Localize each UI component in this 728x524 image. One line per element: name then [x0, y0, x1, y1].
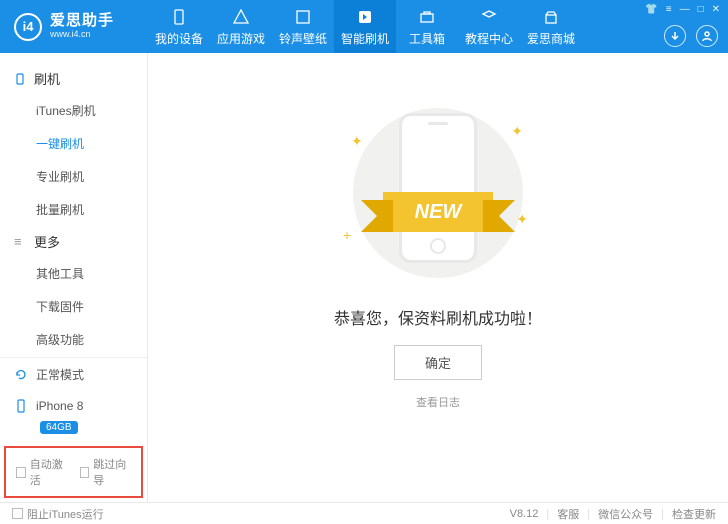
check-label: 自动激活 [30, 456, 68, 488]
check-label: 阻止iTunes运行 [27, 506, 104, 522]
more-icon: ≡ [14, 234, 28, 249]
phone-icon [14, 73, 28, 85]
check-skip-guide[interactable]: 跳过向导 [80, 456, 132, 488]
sidebar-item-oneclick-flash[interactable]: 一键刷机 [0, 127, 147, 160]
footer-service[interactable]: 客服 [557, 506, 579, 522]
footer: 阻止iTunes运行 V8.12 | 客服 | 微信公众号 | 检查更新 [0, 502, 728, 524]
sidebar: 刷机 iTunes刷机 一键刷机 专业刷机 批量刷机 ≡ 更多 其他工具 下载固… [0, 53, 148, 502]
nav-toolbox[interactable]: 工具箱 [396, 0, 458, 53]
logo-icon: i4 [14, 13, 42, 41]
sidebar-group-more: ≡ 更多 [0, 226, 147, 257]
logo-area: i4 爱思助手 www.i4.cn [0, 13, 148, 41]
check-auto-activate[interactable]: 自动激活 [16, 456, 68, 488]
nav-label: 教程中心 [465, 30, 513, 47]
mode-row[interactable]: 正常模式 [0, 358, 147, 391]
ok-button[interactable]: 确定 [394, 345, 482, 380]
app-header: i4 爱思助手 www.i4.cn 我的设备 应用游戏 铃声壁纸 智能刷机 工具… [0, 0, 728, 53]
sidebar-item-download-firmware[interactable]: 下载固件 [0, 290, 147, 323]
mode-label: 正常模式 [36, 366, 84, 383]
nav-my-device[interactable]: 我的设备 [148, 0, 210, 53]
check-block-itunes[interactable]: 阻止iTunes运行 [12, 506, 104, 522]
nav-flash[interactable]: 智能刷机 [334, 0, 396, 53]
storage-row: 64GB [0, 421, 147, 442]
flash-icon [355, 7, 375, 27]
skin-icon[interactable]: 👕 [645, 4, 657, 15]
nav-label: 工具箱 [409, 30, 445, 47]
check-label: 跳过向导 [93, 456, 131, 488]
tutorial-icon [479, 7, 499, 27]
footer-update[interactable]: 检查更新 [672, 506, 716, 522]
user-button[interactable] [696, 25, 718, 47]
sidebar-item-itunes-flash[interactable]: iTunes刷机 [0, 94, 147, 127]
new-ribbon: NEW [368, 188, 508, 236]
nav-ringtones[interactable]: 铃声壁纸 [272, 0, 334, 53]
brand-url: www.i4.cn [50, 30, 114, 40]
wallpaper-icon [293, 7, 313, 27]
brand-name: 爱思助手 [50, 13, 114, 30]
device-row[interactable]: iPhone 8 [0, 391, 147, 421]
nav-label: 智能刷机 [341, 30, 389, 47]
group-title: 刷机 [34, 69, 60, 88]
download-button[interactable] [664, 25, 686, 47]
top-nav: 我的设备 应用游戏 铃声壁纸 智能刷机 工具箱 教程中心 爱思商城 [148, 0, 582, 53]
sidebar-item-pro-flash[interactable]: 专业刷机 [0, 160, 147, 193]
toolbox-icon [417, 7, 437, 27]
window-controls: 👕 ≡ — □ ✕ [645, 4, 720, 15]
apps-icon [231, 7, 251, 27]
nav-apps[interactable]: 应用游戏 [210, 0, 272, 53]
nav-label: 铃声壁纸 [279, 30, 327, 47]
bottom-checks: 自动激活 跳过向导 [4, 446, 143, 498]
nav-tutorial[interactable]: 教程中心 [458, 0, 520, 53]
success-message: 恭喜您，保资料刷机成功啦！ [334, 305, 542, 329]
version-label: V8.12 [510, 508, 539, 520]
sidebar-item-advanced[interactable]: 高级功能 [0, 323, 147, 356]
refresh-icon [14, 368, 30, 382]
sidebar-item-other-tools[interactable]: 其他工具 [0, 257, 147, 290]
nav-store[interactable]: 爱思商城 [520, 0, 582, 53]
nav-label: 应用游戏 [217, 30, 265, 47]
storage-badge: 64GB [40, 421, 78, 434]
group-title: 更多 [34, 232, 60, 251]
header-right [664, 25, 718, 47]
store-icon [541, 7, 561, 27]
menu-icon[interactable]: ≡ [666, 4, 672, 15]
device-icon [169, 7, 189, 27]
minimize-icon[interactable]: — [680, 4, 690, 15]
nav-label: 爱思商城 [527, 30, 575, 47]
sidebar-group-flash: 刷机 [0, 63, 147, 94]
footer-wechat[interactable]: 微信公众号 [598, 506, 653, 522]
main-content: ✦ ✦ + ✦ NEW 恭喜您，保资料刷机成功啦！ 确定 查看日志 [148, 53, 728, 502]
sidebar-item-batch-flash[interactable]: 批量刷机 [0, 193, 147, 226]
close-icon[interactable]: ✕ [712, 4, 720, 15]
success-illustration: ✦ ✦ + ✦ NEW [333, 103, 543, 283]
nav-label: 我的设备 [155, 30, 203, 47]
view-log-link[interactable]: 查看日志 [416, 394, 460, 410]
device-name: iPhone 8 [36, 399, 83, 413]
phone-small-icon [14, 399, 30, 413]
maximize-icon[interactable]: □ [698, 4, 704, 15]
